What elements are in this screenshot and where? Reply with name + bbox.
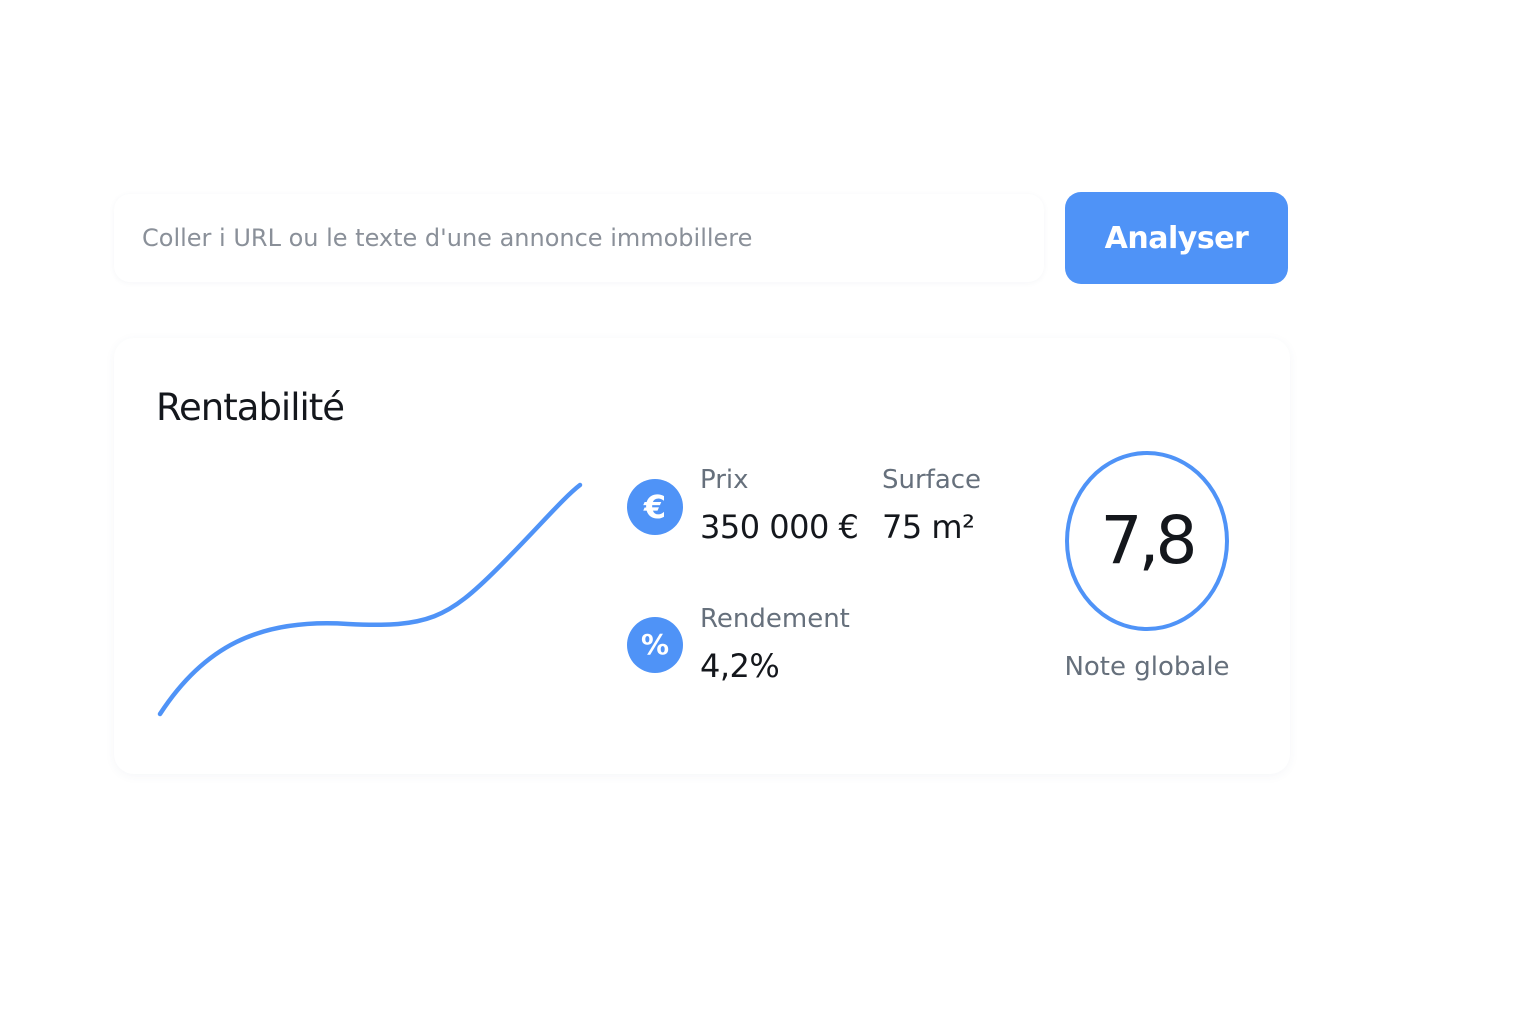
price-value: 350 000 €: [700, 508, 859, 546]
trend-line: [157, 482, 583, 717]
euro-icon: €: [627, 479, 683, 535]
score-caption: Note globale: [1064, 652, 1230, 682]
search-bar: Analyser: [114, 190, 1290, 286]
result-card: Rentabilité € Prix 350 000 € Surface 75 …: [114, 338, 1290, 774]
search-box[interactable]: [114, 194, 1044, 282]
card-title: Rentabilité: [156, 386, 345, 429]
percent-icon: %: [627, 617, 683, 673]
surface-label: Surface: [882, 465, 982, 495]
analyze-button[interactable]: Analyser: [1065, 192, 1288, 284]
score-ring: 7,8: [1065, 451, 1229, 631]
price-label: Prix: [700, 465, 749, 495]
search-input[interactable]: [142, 218, 1022, 258]
trend-curve: [157, 482, 583, 717]
yield-label: Rendement: [700, 604, 850, 634]
surface-value: 75 m²: [882, 508, 975, 546]
yield-value: 4,2%: [700, 647, 780, 685]
score-value: 7,8: [1100, 502, 1198, 579]
